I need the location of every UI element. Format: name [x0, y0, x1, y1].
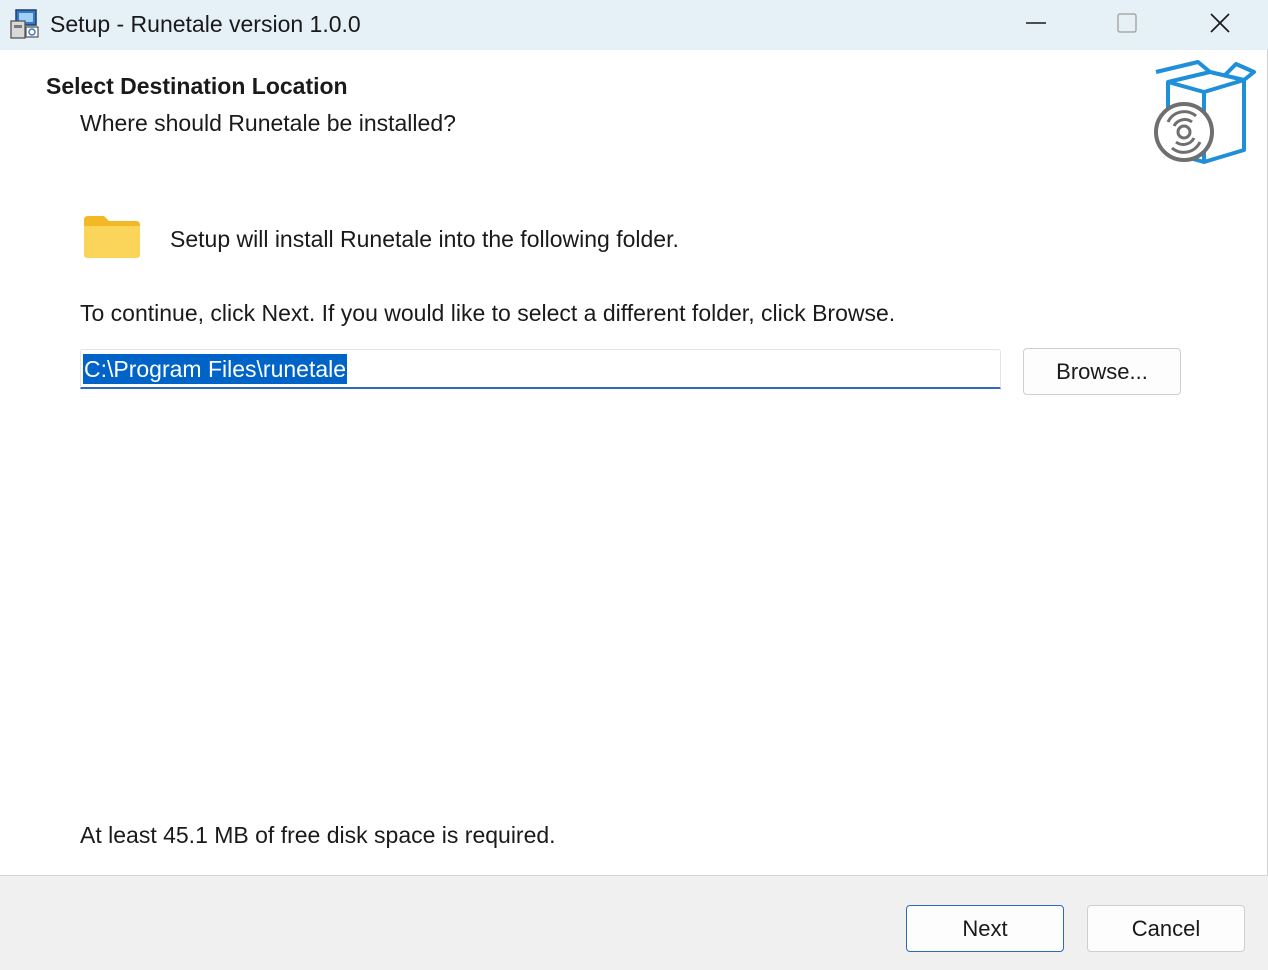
destination-path-input[interactable]: C:\Program Files\runetale: [80, 349, 1001, 389]
maximize-button[interactable]: [1081, 0, 1173, 46]
disk-space-requirement: At least 45.1 MB of free disk space is r…: [80, 822, 556, 848]
browse-button[interactable]: Browse...: [1023, 348, 1181, 395]
close-button[interactable]: [1174, 0, 1266, 46]
footer-bar: Next Cancel: [0, 875, 1268, 970]
page-subtitle: Where should Runetale be installed?: [80, 110, 456, 136]
install-info-text: Setup will install Runetale into the fol…: [170, 226, 679, 252]
cancel-button[interactable]: Cancel: [1087, 905, 1245, 952]
page-title: Select Destination Location: [46, 73, 348, 99]
destination-path-value[interactable]: C:\Program Files\runetale: [83, 354, 348, 384]
minimize-button[interactable]: [990, 0, 1082, 46]
installer-icon: [10, 9, 39, 39]
title-bar[interactable]: Setup - Runetale version 1.0.0: [0, 0, 1268, 50]
next-button[interactable]: Next: [906, 905, 1064, 952]
setup-window: Setup - Runetale version 1.0.0 Select De…: [0, 0, 1268, 970]
close-icon: [1210, 13, 1230, 33]
maximize-icon: [1117, 13, 1137, 33]
minimize-icon: [1026, 22, 1046, 24]
software-box-icon: [1154, 60, 1256, 164]
continue-instructions: To continue, click Next. If you would li…: [80, 300, 896, 326]
folder-icon: [84, 216, 140, 258]
window-title: Setup - Runetale version 1.0.0: [50, 11, 361, 37]
